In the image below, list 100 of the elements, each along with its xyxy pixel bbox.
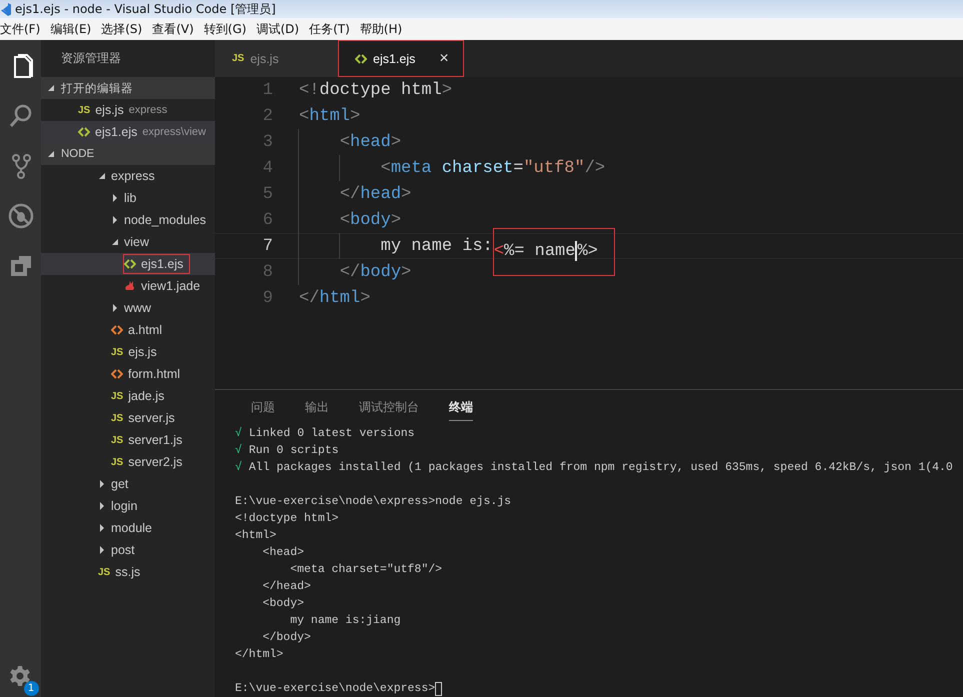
open-editor-row[interactable]: JS ejs.js express <box>41 99 215 121</box>
file-name: server1.js <box>128 433 182 447</box>
js-file-icon: JS <box>111 390 124 402</box>
js-file-icon: JS <box>98 566 110 578</box>
panel-tab[interactable]: 终端 <box>449 394 473 420</box>
terminal-line: </body> <box>262 630 311 646</box>
file-name: ejs1.ejs <box>141 257 184 271</box>
terminal-line: E:\vue-exercise\node\express> <box>235 681 436 697</box>
code-line: </html> <box>299 288 370 310</box>
menu-item[interactable]: 调试(D) <box>256 20 304 38</box>
line-number: 7 <box>262 236 274 256</box>
tree-row[interactable]: login <box>41 495 215 517</box>
terminal-line: Linked 0 latest versions <box>248 426 415 442</box>
js-file-icon: JS <box>111 412 124 424</box>
collapsed-arrow-icon[interactable] <box>111 194 119 202</box>
file-path: express <box>128 104 168 116</box>
expanded-arrow-icon[interactable] <box>47 84 55 92</box>
menu-item[interactable]: 选择(S) <box>101 20 148 38</box>
file-name: ejs.js <box>95 103 124 117</box>
panel-tab[interactable]: 输出 <box>305 394 329 420</box>
tree-row[interactable]: JS server2.js <box>41 451 215 473</box>
tree-row[interactable]: node_modules <box>41 209 215 231</box>
terminal-line: </head> <box>262 579 311 595</box>
menu-item[interactable]: 文件(F) <box>0 20 46 38</box>
tree-row[interactable]: JS server1.js <box>41 429 215 451</box>
terminal-line: <html> <box>235 528 276 544</box>
settings-icon[interactable] <box>8 665 30 687</box>
tree-row[interactable]: JS server.js <box>41 407 215 429</box>
tree-row[interactable]: module <box>41 517 215 539</box>
no-bug-icon[interactable] <box>6 202 34 230</box>
tree-row[interactable]: view <box>41 231 215 253</box>
file-name: ejs.js <box>128 345 157 359</box>
terminal-line: All packages installed (1 packages installed from npm registry, used 635ms, speed 6.42kB/s, json 1(4.0 <box>248 460 953 476</box>
file-name: form.html <box>128 367 180 381</box>
collapsed-arrow-icon[interactable] <box>111 304 119 312</box>
tree-row[interactable]: www <box>41 297 215 319</box>
folder-name: lib <box>124 191 137 205</box>
collapsed-arrow-icon[interactable] <box>111 216 119 224</box>
terminal-line: </html> <box>235 647 284 663</box>
js-file-icon: JS <box>111 456 124 468</box>
js-file-icon: JS <box>111 434 124 446</box>
folder-name: view <box>124 235 150 249</box>
folder-name: login <box>111 499 138 513</box>
menu-item[interactable]: 帮助(H) <box>360 20 408 38</box>
highlight-box: <%= name%> <box>492 228 615 276</box>
folder-name: node_modules <box>124 213 206 227</box>
tree-row[interactable]: get <box>41 473 215 495</box>
section-header[interactable]: NODE <box>61 148 94 160</box>
angle-brackets-icon <box>111 369 123 379</box>
tree-row[interactable]: express <box>41 165 215 187</box>
expanded-arrow-icon[interactable] <box>47 150 55 158</box>
close-icon[interactable]: × <box>439 50 449 68</box>
line-number: 9 <box>262 288 274 308</box>
tree-row[interactable]: post <box>41 539 215 561</box>
terminal-line: <!doctype html> <box>235 511 339 527</box>
code-line: <!doctype html> <box>299 80 452 102</box>
notification-badge: 1 <box>24 681 38 696</box>
folder-name: post <box>111 543 135 557</box>
tree-row[interactable]: view1.jade <box>41 275 215 297</box>
check-mark: √ <box>235 460 242 476</box>
menu-item[interactable]: 编辑(E) <box>50 20 96 38</box>
code-line: <body> <box>299 208 402 232</box>
tree-row[interactable]: form.html <box>41 363 215 385</box>
editor-tab[interactable]: ejs1.ejs × <box>338 40 464 77</box>
rabbit-icon <box>124 281 136 291</box>
open-editor-row[interactable]: ejs1.ejs express\view <box>41 121 215 143</box>
panel-tab[interactable]: 调试控制台 <box>359 394 419 420</box>
panel-tab[interactable]: 问题 <box>251 394 275 420</box>
js-file-icon: JS <box>232 53 244 64</box>
line-number: 6 <box>262 210 274 230</box>
line-number: 5 <box>262 184 274 204</box>
menu-item[interactable]: 任务(T) <box>309 20 355 38</box>
file-name: view1.jade <box>141 279 200 293</box>
collapsed-arrow-icon[interactable] <box>98 502 106 510</box>
collapsed-arrow-icon[interactable] <box>98 546 106 554</box>
file-path: express\view <box>142 126 206 138</box>
tree-row[interactable]: JS ss.js <box>41 561 215 583</box>
file-name: ss.js <box>115 565 140 579</box>
terminal-line: <meta charset="utf8"/> <box>289 562 442 578</box>
expanded-arrow-icon[interactable] <box>98 172 106 180</box>
collapsed-arrow-icon[interactable] <box>98 524 106 532</box>
menu-item[interactable]: 查看(V) <box>152 20 199 38</box>
folder-name: express <box>111 169 155 183</box>
angle-brackets-icon <box>124 259 136 269</box>
tree-row[interactable]: lib <box>41 187 215 209</box>
window-title: ejs1.ejs - node - Visual Studio Code [管理员] <box>15 0 276 18</box>
file-name: a.html <box>128 323 162 337</box>
angle-brackets-icon <box>111 325 123 335</box>
expanded-arrow-icon[interactable] <box>111 238 119 246</box>
folder-name: module <box>111 521 152 535</box>
folder-name: www <box>124 301 152 315</box>
file-name: jade.js <box>128 389 164 403</box>
menu-item[interactable]: 转到(G) <box>204 20 252 38</box>
tree-row[interactable]: JS ejs.js <box>41 341 215 363</box>
tree-row[interactable]: ejs1.ejs <box>41 253 215 275</box>
collapsed-arrow-icon[interactable] <box>98 480 106 488</box>
file-name: server.js <box>128 411 175 425</box>
tree-row[interactable]: a.html <box>41 319 215 341</box>
editor-tab[interactable]: JS ejs.js <box>215 40 338 77</box>
tree-row[interactable]: JS jade.js <box>41 385 215 407</box>
